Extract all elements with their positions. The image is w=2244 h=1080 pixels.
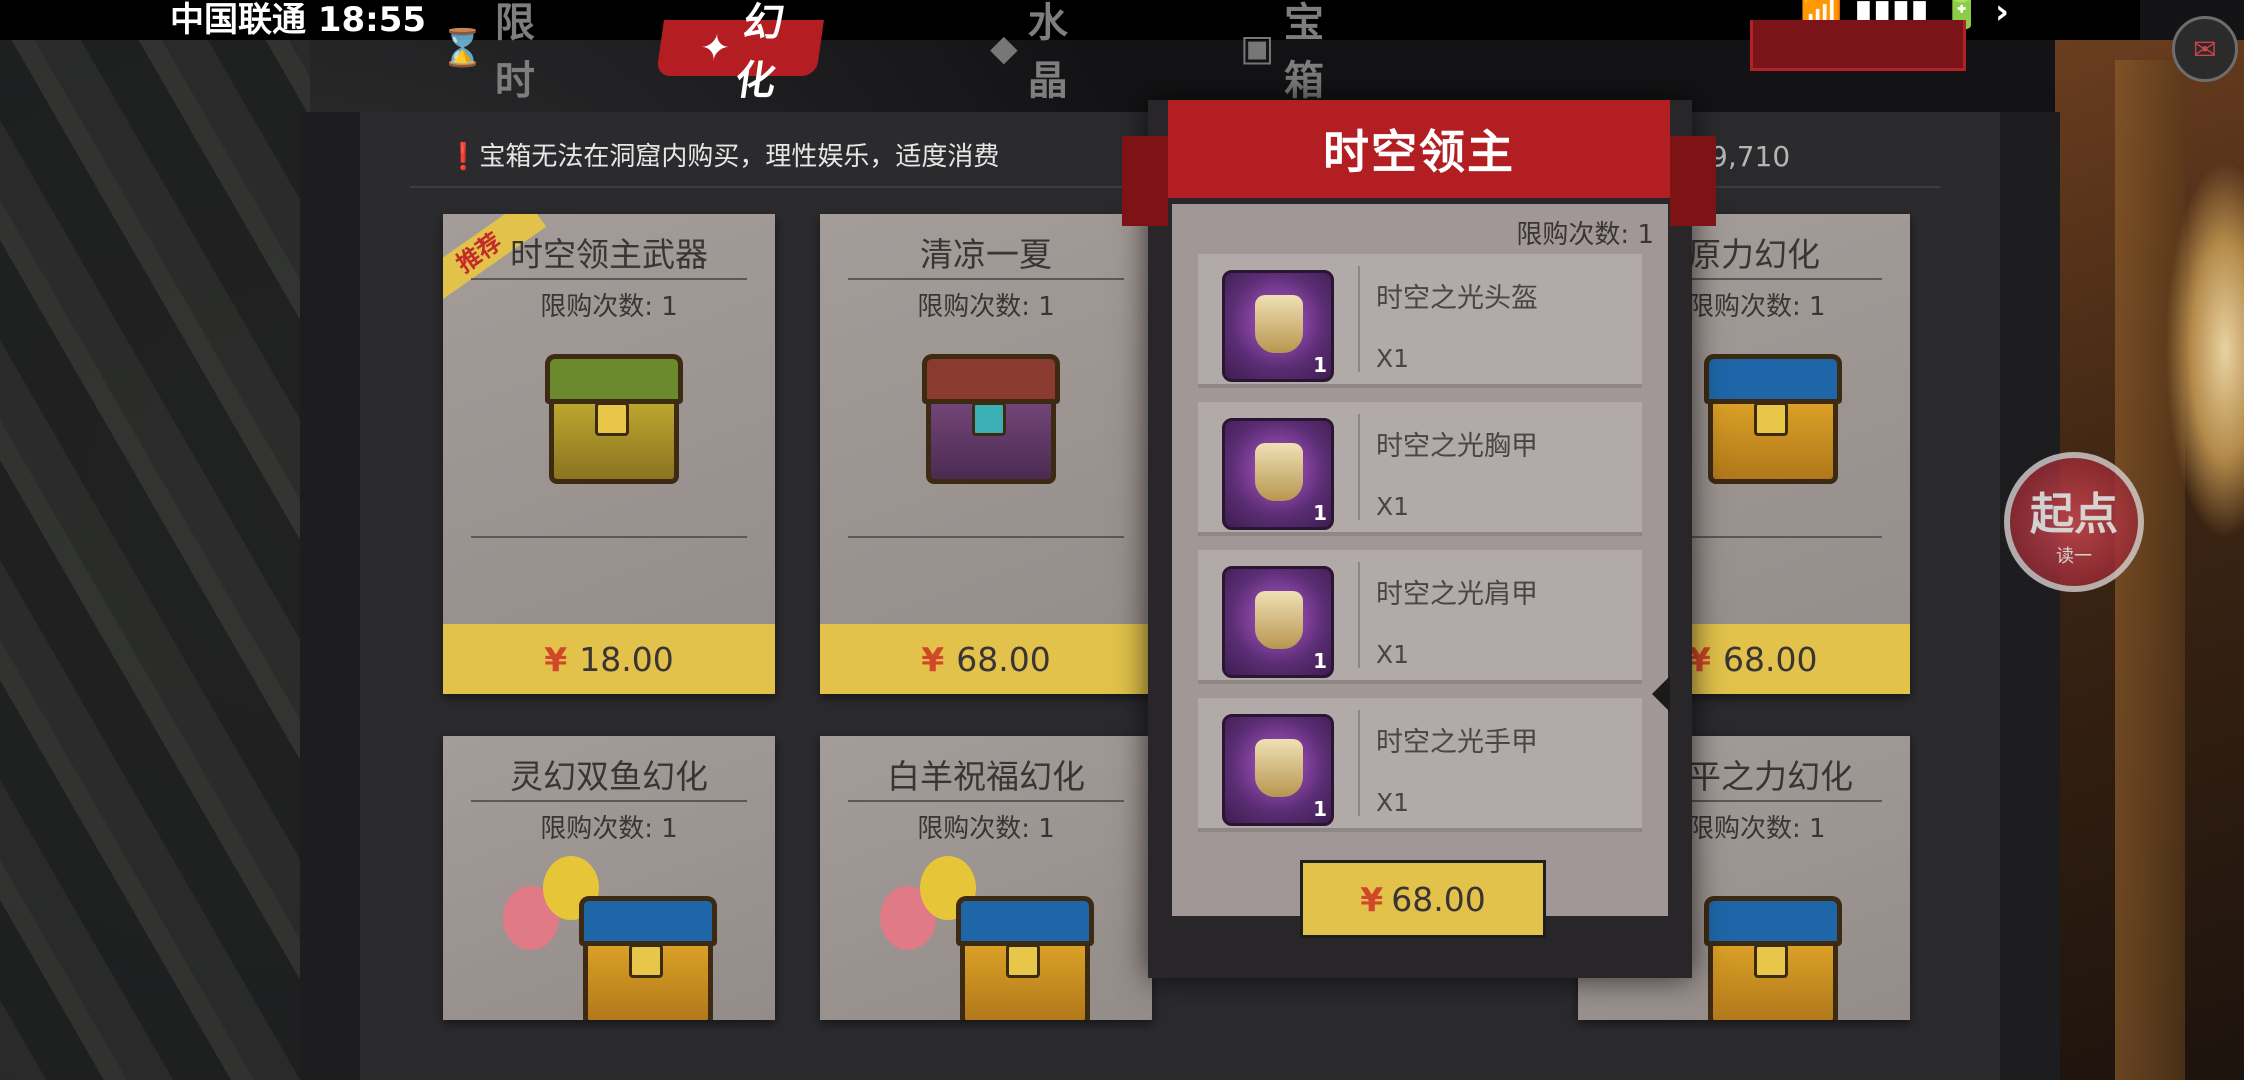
bundle-item-list[interactable]: 限购次数: 1 1 时空之光头盔 X1 1 时空之光胸甲 X1 1 时空之光肩甲… [1172, 204, 1668, 916]
item-name: 时空之光肩甲 [1376, 579, 1538, 610]
purchase-notice: ❗宝箱无法在洞窟内购买，理性娱乐，适度消费 [447, 136, 999, 173]
divider [1358, 710, 1360, 816]
right-tab-decoration [1750, 20, 1966, 71]
item-count: X1 [1376, 344, 1410, 373]
badge-title: 起点 [2030, 489, 2118, 540]
list-item[interactable]: 1 时空之光胸甲 X1 [1198, 402, 1642, 536]
transform-icon: ✦ [697, 27, 734, 69]
treasure-chest-icon [950, 886, 1094, 1020]
popup-buy-button[interactable]: ¥68.00 [1300, 860, 1546, 938]
tab-transform[interactable]: ✦ 幻化 [656, 0, 825, 104]
tab-label: 限时 [494, 0, 535, 104]
price: 18.00 [579, 639, 674, 679]
card-title: 白羊祝福幻化 [887, 757, 1085, 796]
divider [1358, 266, 1360, 372]
shop-card[interactable]: 清凉一夏 限购次数: 1 ¥68.00 [820, 214, 1152, 694]
carrier-time: 中国联通 18:55 [170, 0, 427, 40]
divider [848, 800, 1124, 802]
price: 68.00 [1391, 879, 1486, 919]
buy-button[interactable]: ¥18.00 [443, 624, 775, 694]
notice-text: 宝箱无法在洞窟内购买，理性娱乐，适度消费 [479, 142, 1000, 172]
card-title: 时空领主武器 [510, 235, 708, 274]
item-qty: 1 [1313, 501, 1327, 525]
treasure-chest-icon [1698, 886, 1842, 1020]
purchase-limit: 限购次数: 1 [917, 292, 1055, 322]
list-item[interactable]: 1 时空之光手甲 X1 [1198, 698, 1642, 832]
list-item[interactable]: 1 时空之光头盔 X1 [1198, 254, 1642, 388]
yuan-icon: ¥ [1360, 879, 1384, 919]
chest-armor-icon: 1 [1222, 418, 1334, 530]
list-item[interactable]: 1 时空之光肩甲 X1 [1198, 550, 1642, 684]
item-name: 时空之光手甲 [1376, 727, 1538, 758]
item-count: X1 [1376, 640, 1410, 669]
exclamation-icon: ❗ [447, 142, 480, 172]
treasure-chest-icon [539, 344, 683, 484]
helmet-icon: 1 [1222, 270, 1334, 382]
floating-badge[interactable]: 起点 读一 [2004, 452, 2144, 592]
crystal-icon: ◆ [990, 27, 1018, 69]
purchase-limit: 限购次数: 1 [540, 292, 678, 322]
gauntlet-icon: 1 [1222, 714, 1334, 826]
item-name: 时空之光头盔 [1376, 283, 1538, 314]
item-name: 时空之光胸甲 [1376, 431, 1538, 462]
buy-button[interactable]: ¥68.00 [820, 624, 1152, 694]
purchase-limit: 限购次数: 1 [917, 814, 1055, 844]
divider [471, 800, 747, 802]
divider [848, 536, 1124, 538]
treasure-chest-icon [573, 886, 717, 1020]
purchase-limit: 限购次数: 1 [1516, 220, 1654, 250]
cave-wall-decoration [0, 40, 310, 1080]
item-count: X1 [1376, 492, 1410, 521]
tab-label: 水晶 [1027, 0, 1068, 104]
shop-card[interactable]: 灵幻双鱼幻化 限购次数: 1 [443, 736, 775, 1020]
shop-card[interactable]: 白羊祝福幻化 限购次数: 1 [820, 736, 1152, 1020]
item-qty: 1 [1313, 353, 1327, 377]
tab-chest[interactable]: ▣ 宝箱 [1240, 0, 1324, 104]
price: 68.00 [1722, 639, 1818, 679]
purchase-limit: 限购次数: 1 [540, 814, 678, 844]
price: 68.00 [956, 639, 1051, 679]
popup-pointer [1652, 676, 1670, 712]
tab-crystal[interactable]: ◆ 水晶 [990, 0, 1068, 104]
yuan-icon: ¥ [921, 639, 945, 679]
floating-system-button[interactable]: ✉ [2172, 16, 2238, 82]
popup-title: 时空领主 [1122, 100, 1716, 226]
tab-label: 宝箱 [1284, 0, 1325, 104]
bundle-detail-popup: 时空领主 限购次数: 1 1 时空之光头盔 X1 1 时空之光胸甲 X1 1 时… [1122, 100, 1716, 978]
divider [471, 278, 747, 280]
chest-icon: ▣ [1240, 27, 1275, 69]
yuan-icon: ¥ [544, 639, 568, 679]
hourglass-icon: ⌛ [440, 28, 485, 69]
shoulder-armor-icon: 1 [1222, 566, 1334, 678]
item-qty: 1 [1313, 797, 1327, 821]
currency-balance: 9,710 [1710, 140, 1791, 173]
treasure-chest-icon [1698, 344, 1842, 484]
item-count: X1 [1376, 788, 1410, 817]
divider [1358, 562, 1360, 668]
badge-subtitle: 读一 [2056, 546, 2092, 567]
item-qty: 1 [1313, 649, 1327, 673]
divider [471, 536, 747, 538]
shop-card[interactable]: 推荐 时空领主武器 限购次数: 1 ¥18.00 [443, 214, 775, 694]
card-title: 清凉一夏 [920, 235, 1052, 274]
divider [1358, 414, 1360, 520]
tab-limited[interactable]: ⌛ 限时 [440, 0, 535, 104]
divider [848, 278, 1124, 280]
treasure-chest-icon [916, 344, 1060, 484]
card-title: 灵幻双鱼幻化 [510, 757, 708, 796]
